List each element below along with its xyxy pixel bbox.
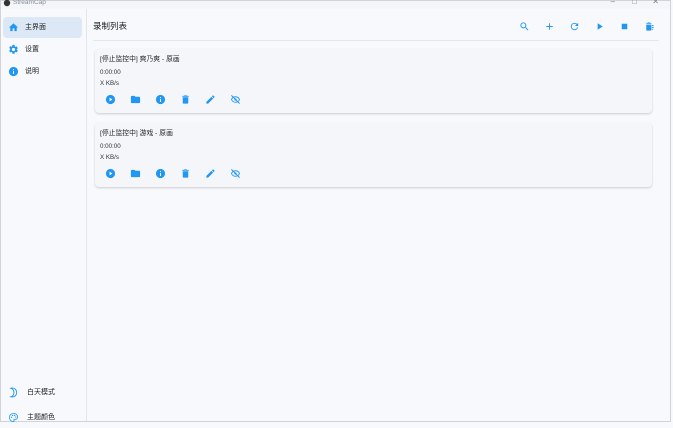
pencil-icon (205, 94, 215, 104)
stop-icon (621, 23, 627, 29)
play-circle-icon (105, 168, 115, 178)
minimize-icon[interactable]: – (611, 0, 615, 7)
main-content: 录制列表 [停止监控中] 爽乃爽 - 原画 0:00:00 X KB/s [停止… (88, 9, 669, 421)
search-button[interactable] (517, 19, 531, 33)
folder-icon (130, 169, 140, 177)
sidebar-item-home[interactable]: 主界面 (3, 17, 82, 38)
page-title: 录制列表 (93, 21, 128, 31)
info-button[interactable] (154, 93, 166, 105)
gear-icon (9, 44, 18, 54)
start-all-button[interactable] (592, 19, 606, 33)
pencil-icon (205, 168, 215, 178)
recording-speed: X KB/s (100, 80, 119, 87)
recording-title: [停止监控中] 游戏 - 原画 (100, 130, 173, 137)
theme-mode-toggle[interactable]: 白天模式 (3, 382, 82, 403)
delete-button[interactable] (179, 167, 191, 179)
recording-card[interactable]: [停止监控中] 爽乃爽 - 原画 0:00:00 X KB/s (95, 49, 652, 113)
add-icon (545, 22, 553, 30)
preview-toggle-button[interactable] (229, 167, 241, 179)
theme-color-button[interactable]: 主题颜色 (3, 407, 82, 428)
window-title: StreamCap (13, 0, 46, 6)
sidebar: 主界面 设置 说明 白天模式 主题颜色 (1, 9, 87, 423)
recording-card[interactable]: [停止监控中] 游戏 - 原画 0:00:00 X KB/s (95, 123, 652, 187)
edit-button[interactable] (204, 93, 216, 105)
toolbar (517, 19, 661, 33)
add-button[interactable] (542, 19, 556, 33)
sidebar-item-label: 设置 (25, 45, 39, 53)
home-icon (8, 23, 19, 32)
info-button[interactable] (154, 167, 166, 179)
info-icon (155, 94, 165, 104)
eye-off-icon (230, 94, 240, 104)
recording-title: [停止监控中] 爽乃爽 - 原画 (100, 56, 180, 63)
open-folder-button[interactable] (129, 167, 141, 179)
app-window: StreamCap – □ ✕ 主界面 设置 说明 白天模式 主题颜色 录制列表 (0, 0, 671, 423)
info-icon (8, 66, 19, 77)
app-logo-icon (3, 0, 11, 7)
sidebar-item-label: 主界面 (25, 23, 46, 31)
delete-all-icon (645, 21, 654, 31)
recording-duration: 0:00:00 (100, 143, 121, 150)
trash-icon (181, 94, 189, 104)
sidebar-item-about[interactable]: 说明 (3, 61, 82, 82)
palette-icon (8, 412, 19, 423)
preview-toggle-button[interactable] (229, 93, 241, 105)
folder-icon (130, 95, 140, 103)
play-icon (597, 22, 603, 30)
delete-button[interactable] (179, 93, 191, 105)
refresh-icon (570, 22, 578, 30)
stop-all-button[interactable] (617, 19, 631, 33)
eye-off-icon (230, 168, 240, 178)
delete-all-button[interactable] (642, 19, 656, 33)
trash-icon (181, 168, 189, 178)
open-folder-button[interactable] (129, 93, 141, 105)
moon-icon (9, 387, 18, 398)
record-button[interactable] (104, 93, 116, 105)
header-divider (93, 40, 659, 41)
refresh-button[interactable] (567, 19, 581, 33)
recording-duration: 0:00:00 (100, 69, 121, 76)
search-icon (519, 21, 528, 30)
record-button[interactable] (104, 167, 116, 179)
sidebar-item-label: 主题颜色 (27, 413, 55, 421)
maximize-icon[interactable]: □ (632, 0, 637, 7)
sidebar-item-label: 说明 (25, 67, 39, 75)
info-icon (155, 168, 165, 178)
sidebar-item-settings[interactable]: 设置 (3, 39, 82, 60)
title-bar: StreamCap – □ ✕ (1, 0, 670, 9)
close-icon[interactable]: ✕ (652, 0, 659, 7)
sidebar-item-label: 白天模式 (27, 388, 55, 396)
recording-speed: X KB/s (100, 154, 119, 161)
play-circle-icon (105, 94, 115, 104)
edit-button[interactable] (204, 167, 216, 179)
